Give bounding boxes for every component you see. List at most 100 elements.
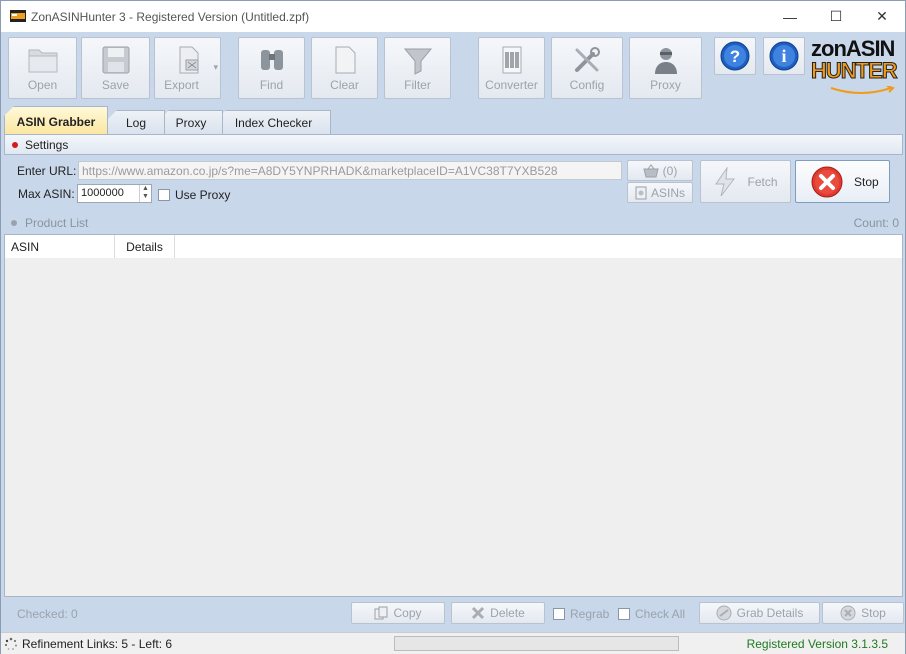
- product-list-status-dot: [11, 220, 17, 226]
- grab-details-button[interactable]: Grab Details: [699, 602, 820, 624]
- info-icon: i: [769, 41, 799, 71]
- close-icon: ✕: [876, 8, 888, 24]
- url-input[interactable]: https://www.amazon.co.jp/s?me=A8DY5YNPRH…: [78, 161, 622, 180]
- status-bar: Refinement Links: 5 - Left: 6 Registered…: [1, 632, 905, 654]
- window-title: ZonASINHunter 3 - Registered Version (Un…: [31, 10, 310, 24]
- tab-asin-grabber[interactable]: ASIN Grabber: [4, 106, 108, 134]
- logo-smile-icon: [830, 86, 895, 94]
- settings-header: Settings: [4, 134, 903, 155]
- help-button[interactable]: ?: [714, 37, 756, 75]
- binoculars-icon: [260, 50, 283, 70]
- close-button[interactable]: ✕: [859, 1, 905, 32]
- svg-text:i: i: [781, 46, 786, 66]
- help-icon: ?: [720, 41, 750, 71]
- asins-icon: [635, 186, 647, 199]
- check-all-checkbox[interactable]: [618, 608, 630, 620]
- stop-grab-button[interactable]: Stop: [822, 602, 904, 624]
- copy-icon: [374, 606, 388, 620]
- clear-label: Clear: [330, 78, 359, 92]
- asins-button[interactable]: ASINs: [627, 182, 693, 203]
- max-asin-value: 1000000: [81, 187, 124, 199]
- regrab-label: Regrab: [570, 607, 610, 621]
- stepper-up-icon[interactable]: ▲: [140, 185, 151, 193]
- minimize-icon: —: [783, 8, 797, 25]
- version-label: Registered Version 3.1.3.5: [746, 637, 888, 651]
- column-header-details[interactable]: Details: [115, 235, 175, 258]
- max-asin-label: Max ASIN:: [18, 187, 75, 201]
- stop-fetch-button[interactable]: Stop: [795, 160, 890, 203]
- product-count: Count: 0: [853, 216, 899, 230]
- open-label: Open: [27, 78, 58, 92]
- spinner-icon: [5, 637, 17, 650]
- bottom-action-bar: Checked: 0 Copy Delete Regrab Check All …: [4, 598, 904, 630]
- maximize-button[interactable]: ☐: [813, 1, 859, 32]
- use-proxy-checkbox[interactable]: [158, 189, 170, 201]
- basket-icon: [643, 163, 659, 177]
- regrab-checkbox[interactable]: [553, 608, 565, 620]
- app-window: ZonASINHunter 3 - Registered Version (Un…: [0, 0, 906, 654]
- blank-page-icon: [335, 46, 355, 74]
- stepper-arrows[interactable]: ▲ ▼: [139, 185, 151, 202]
- save-button[interactable]: Save: [81, 37, 150, 99]
- title-bar: ZonASINHunter 3 - Registered Version (Un…: [1, 1, 905, 32]
- max-asin-stepper[interactable]: 1000000 ▲ ▼: [77, 184, 152, 203]
- filter-button[interactable]: Filter: [384, 37, 451, 99]
- grab-details-label: Grab Details: [736, 606, 804, 620]
- tab-proxy[interactable]: Proxy: [159, 110, 223, 134]
- url-label: Enter URL:: [17, 164, 77, 178]
- funnel-icon: [403, 48, 432, 75]
- find-button[interactable]: Find: [238, 37, 305, 99]
- filter-label: Filter: [404, 78, 431, 92]
- stop-fetch-label: Stop: [854, 174, 879, 189]
- proxy-toolbar-button[interactable]: Proxy: [629, 37, 702, 99]
- folder-icon: [28, 49, 57, 73]
- column-header-asin[interactable]: ASIN: [5, 235, 115, 258]
- stop-grab-label: Stop: [861, 606, 886, 620]
- converter-label: Converter: [485, 78, 538, 92]
- stepper-down-icon[interactable]: ▼: [140, 193, 151, 201]
- fetch-button[interactable]: Fetch: [700, 160, 791, 203]
- delete-x-icon: [472, 606, 485, 620]
- minimize-button[interactable]: —: [767, 1, 813, 32]
- tab-log[interactable]: Log: [107, 110, 165, 134]
- settings-status-dot: [12, 142, 18, 148]
- converter-button[interactable]: Converter: [478, 37, 545, 99]
- logo-line2: HUNTER: [811, 58, 899, 83]
- barcode-icon: [502, 46, 521, 74]
- tab-strip: Index Checker Proxy Log ASIN Grabber: [1, 104, 905, 134]
- export-icon: [179, 46, 198, 74]
- copy-label: Copy: [393, 606, 422, 620]
- checked-count: Checked: 0: [17, 607, 78, 621]
- config-button[interactable]: Config: [551, 37, 623, 99]
- config-label: Config: [569, 78, 605, 92]
- progress-bar: [394, 636, 679, 651]
- zonasinhunter-logo: zonASIN HUNTER: [811, 38, 903, 98]
- export-button[interactable]: Export ▾: [154, 37, 221, 99]
- product-grid[interactable]: ASIN Details: [4, 234, 903, 597]
- svg-text:?: ?: [730, 47, 740, 66]
- asins-label: ASINs: [650, 185, 685, 200]
- open-button[interactable]: Open: [8, 37, 77, 99]
- check-all-label: Check All: [635, 607, 686, 621]
- product-list-title: Product List: [25, 216, 89, 230]
- delete-label: Delete: [490, 606, 525, 620]
- export-dropdown-icon[interactable]: ▾: [213, 62, 218, 73]
- tab-index-checker[interactable]: Index Checker: [216, 110, 331, 134]
- product-list-header: Product List Count: 0: [4, 212, 903, 234]
- grab-icon: [716, 605, 732, 621]
- save-label: Save: [101, 78, 130, 92]
- tools-icon: [575, 47, 600, 72]
- basket-count: (0): [662, 163, 678, 178]
- stop-x-icon: [811, 166, 843, 197]
- basket-count-button[interactable]: (0): [627, 160, 693, 181]
- maximize-icon: ☐: [829, 8, 843, 24]
- stop-grab-icon: [840, 605, 856, 621]
- delete-button[interactable]: Delete: [451, 602, 545, 624]
- info-button[interactable]: i: [763, 37, 805, 75]
- logo-line1: zonASIN: [811, 36, 895, 61]
- proxy-toolbar-label: Proxy: [650, 78, 681, 92]
- export-label: Export: [164, 78, 199, 92]
- refinement-status: Refinement Links: 5 - Left: 6: [22, 637, 173, 651]
- clear-button[interactable]: Clear: [311, 37, 378, 99]
- copy-button[interactable]: Copy: [351, 602, 445, 624]
